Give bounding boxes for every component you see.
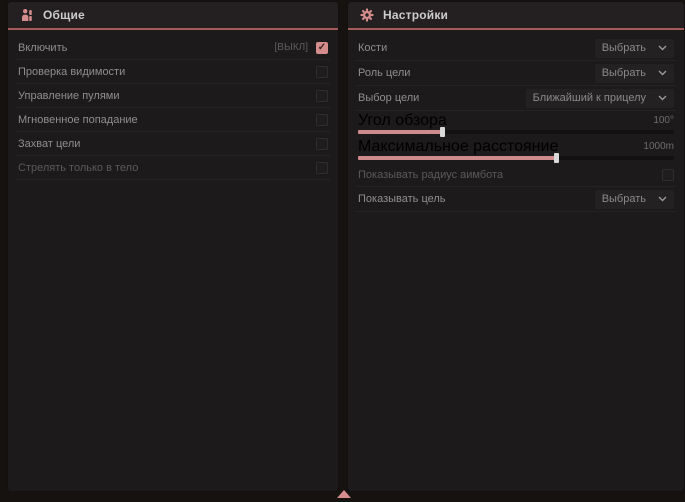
max-distance-slider-fill (358, 156, 557, 160)
row-label: Роль цели (358, 67, 410, 79)
max-distance-value: 1000m (643, 141, 674, 152)
fov-slider-fill (358, 130, 443, 134)
row-label: Угол обзора (358, 112, 447, 130)
row-label: Стрелять только в тело (18, 162, 138, 174)
row-visibility-check[interactable]: Проверка видимости ✓ (16, 60, 330, 84)
row-label: Захват цели (18, 138, 80, 150)
person-icon (19, 8, 34, 23)
row-label: Проверка видимости (18, 66, 125, 78)
row-target-role: Роль цели Выбрать (356, 61, 676, 86)
row-label: Включить (18, 42, 67, 54)
gear-icon (359, 8, 374, 23)
row-show-aimbot-radius[interactable]: Показывать радиус аимбота ✓ (356, 163, 676, 187)
panel-general: Общие Включить [ВЫКЛ] ✓ Проверка видимос… (8, 2, 338, 491)
show-aimbot-radius-checkbox[interactable]: ✓ (662, 169, 674, 181)
chevron-down-icon (658, 70, 667, 76)
chevron-down-icon (658, 196, 667, 202)
dropdown-value: Выбрать (602, 67, 646, 79)
panel-general-body: Включить [ВЫКЛ] ✓ Проверка видимости ✓ У (8, 30, 338, 180)
bones-dropdown[interactable]: Выбрать (595, 39, 674, 58)
instant-hit-checkbox[interactable]: ✓ (316, 114, 328, 126)
visibility-check-checkbox[interactable]: ✓ (316, 66, 328, 78)
fov-slider-handle[interactable] (440, 127, 445, 137)
row-target-selection: Выбор цели Ближайший к прицелу (356, 86, 676, 111)
fov-slider[interactable] (358, 130, 674, 134)
panel-settings: Настройки Кости Выбрать Роль цели Выбрат… (348, 2, 684, 491)
row-label: Максимальное расстояние (358, 138, 558, 156)
bullet-control-checkbox[interactable]: ✓ (316, 90, 328, 102)
row-max-distance: Максимальное расстояние 1000m (356, 137, 676, 163)
row-fov: Угол обзора 100° (356, 111, 676, 137)
chevron-down-icon (658, 45, 667, 51)
panel-settings-header: Настройки (348, 2, 684, 30)
body-only-checkbox[interactable]: ✓ (316, 162, 328, 174)
target-lock-checkbox[interactable]: ✓ (316, 138, 328, 150)
panel-general-header: Общие (8, 2, 338, 30)
row-show-target: Показывать цель Выбрать (356, 187, 676, 212)
row-label: Мгновенное попадание (18, 114, 138, 126)
target-selection-dropdown[interactable]: Ближайший к прицелу (526, 89, 674, 108)
hotkey-hint: [ВЫКЛ] (275, 42, 308, 53)
row-label: Кости (358, 42, 387, 54)
chevron-down-icon (658, 95, 667, 101)
row-instant-hit[interactable]: Мгновенное попадание ✓ (16, 108, 330, 132)
panel-settings-title: Настройки (383, 8, 448, 22)
checkmark-icon: ✓ (318, 43, 326, 53)
dropdown-value: Ближайший к прицелу (533, 92, 646, 104)
row-target-lock[interactable]: Захват цели ✓ (16, 132, 330, 156)
row-body-only[interactable]: Стрелять только в тело ✓ (16, 156, 330, 180)
target-role-dropdown[interactable]: Выбрать (595, 64, 674, 83)
row-bones: Кости Выбрать (356, 36, 676, 61)
max-distance-slider[interactable] (358, 156, 674, 160)
row-label: Выбор цели (358, 92, 419, 104)
row-label: Показывать радиус аимбота (358, 169, 503, 181)
show-target-dropdown[interactable]: Выбрать (595, 190, 674, 209)
row-label: Показывать цель (358, 193, 446, 205)
row-label: Управление пулями (18, 90, 120, 102)
dropdown-value: Выбрать (602, 42, 646, 54)
aimbot-menu: Общие Включить [ВЫКЛ] ✓ Проверка видимос… (0, 0, 685, 502)
panel-settings-body: Кости Выбрать Роль цели Выбрать (348, 30, 684, 212)
scroll-up-indicator[interactable] (337, 490, 351, 498)
panel-general-title: Общие (43, 8, 85, 22)
max-distance-slider-handle[interactable] (554, 153, 559, 163)
enable-checkbox[interactable]: ✓ (316, 42, 328, 54)
row-bullet-control[interactable]: Управление пулями ✓ (16, 84, 330, 108)
dropdown-value: Выбрать (602, 193, 646, 205)
row-enable[interactable]: Включить [ВЫКЛ] ✓ (16, 36, 330, 60)
fov-value: 100° (653, 115, 674, 126)
